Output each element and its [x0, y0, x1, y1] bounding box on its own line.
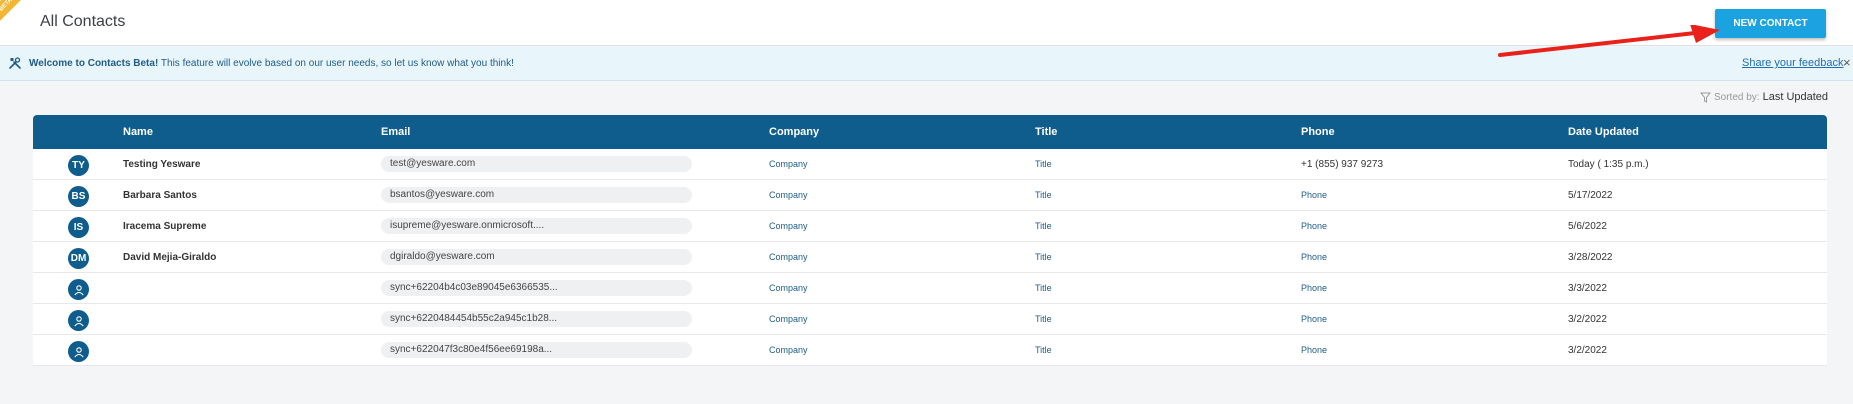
column-header-company[interactable]: Company	[769, 126, 819, 138]
avatar: DM	[68, 248, 89, 269]
contact-email[interactable]: bsantos@yesware.com	[381, 187, 692, 203]
contact-phone[interactable]: Phone	[1301, 345, 1327, 355]
contact-name[interactable]: Barbara Santos	[123, 190, 197, 201]
share-feedback-link[interactable]: Share your feedback	[1742, 57, 1844, 69]
contact-phone[interactable]: +1 (855) 937 9273	[1301, 159, 1383, 170]
contact-title[interactable]: Title	[1035, 159, 1052, 169]
column-header-date-updated[interactable]: Date Updated	[1568, 126, 1639, 138]
contact-date-updated: 3/2/2022	[1568, 314, 1607, 325]
column-header-title[interactable]: Title	[1035, 126, 1057, 138]
contact-date-updated: Today ( 1:35 p.m.)	[1568, 159, 1649, 170]
contact-phone[interactable]: Phone	[1301, 190, 1327, 200]
contact-title[interactable]: Title	[1035, 314, 1052, 324]
user-placeholder-icon	[68, 279, 89, 300]
contact-email[interactable]: sync+6220484454b55c2a945c1b28...	[381, 311, 692, 327]
contact-email[interactable]: isupreme@yesware.onmicrosoft....	[381, 218, 692, 234]
user-placeholder-icon	[68, 341, 89, 362]
contact-date-updated: 3/2/2022	[1568, 345, 1607, 356]
sort-indicator[interactable]: Sorted by: Last Updated	[1700, 91, 1828, 103]
avatar: TY	[68, 155, 89, 176]
beta-ribbon: BETA	[0, 0, 26, 25]
column-header-phone[interactable]: Phone	[1301, 126, 1335, 138]
user-placeholder-icon	[68, 310, 89, 331]
contacts-table: Name Email Company Title Phone Date Upda…	[33, 115, 1827, 366]
contact-company[interactable]: Company	[769, 159, 808, 169]
contact-email[interactable]: test@yesware.com	[381, 156, 692, 172]
contact-title[interactable]: Title	[1035, 190, 1052, 200]
contact-email[interactable]: dgiraldo@yesware.com	[381, 249, 692, 265]
contact-company[interactable]: Company	[769, 221, 808, 231]
column-header-name[interactable]: Name	[123, 126, 153, 138]
table-header: Name Email Company Title Phone Date Upda…	[33, 115, 1827, 149]
new-contact-button[interactable]: NEW CONTACT	[1715, 9, 1826, 38]
table-row[interactable]: sync+6220484454b55c2a945c1b28... Company T…	[33, 304, 1827, 335]
tools-icon	[9, 57, 21, 69]
banner-body: This feature will evolve based on our us…	[158, 58, 514, 69]
contact-company[interactable]: Company	[769, 314, 808, 324]
contact-phone[interactable]: Phone	[1301, 314, 1327, 324]
contact-email[interactable]: sync+62204b4c03e89045e6366535...	[381, 280, 692, 296]
contact-name[interactable]: Testing Yesware	[123, 159, 200, 170]
contact-date-updated: 3/3/2022	[1568, 283, 1607, 294]
page-title: All Contacts	[40, 13, 126, 30]
banner-message: Welcome to Contacts Beta! This feature w…	[29, 58, 514, 69]
avatar: BS	[68, 186, 89, 207]
contact-company[interactable]: Company	[769, 345, 808, 355]
contact-title[interactable]: Title	[1035, 283, 1052, 293]
contact-company[interactable]: Company	[769, 190, 808, 200]
column-header-email[interactable]: Email	[381, 126, 410, 138]
table-row[interactable]: DM David Mejia-Giraldo dgiraldo@yesware.co…	[33, 242, 1827, 273]
table-row[interactable]: TY Testing Yesware test@yesware.com Company…	[33, 149, 1827, 180]
table-row[interactable]: BS Barbara Santos bsantos@yesware.com Compa…	[33, 180, 1827, 211]
table-row[interactable]: IS Iracema Supreme isupreme@yesware.onmicr…	[33, 211, 1827, 242]
table-row[interactable]: sync+622047f3c80e4f56ee69198a... Company T…	[33, 335, 1827, 366]
contact-title[interactable]: Title	[1035, 345, 1052, 355]
contact-phone[interactable]: Phone	[1301, 252, 1327, 262]
banner-title: Welcome to Contacts Beta!	[29, 58, 159, 69]
contact-name[interactable]: Iracema Supreme	[123, 221, 206, 232]
contact-phone[interactable]: Phone	[1301, 283, 1327, 293]
contact-phone[interactable]: Phone	[1301, 221, 1327, 231]
contact-title[interactable]: Title	[1035, 252, 1052, 262]
sort-value: Last Updated	[1762, 91, 1829, 103]
contact-date-updated: 5/17/2022	[1568, 190, 1613, 201]
contact-date-updated: 3/28/2022	[1568, 252, 1613, 263]
contact-date-updated: 5/6/2022	[1568, 221, 1607, 232]
avatar: IS	[68, 217, 89, 238]
contact-email[interactable]: sync+622047f3c80e4f56ee69198a...	[381, 342, 692, 358]
contact-title[interactable]: Title	[1035, 221, 1052, 231]
contact-company[interactable]: Company	[769, 283, 808, 293]
red-arrow-annotation	[1498, 25, 1720, 57]
filter-icon	[1700, 92, 1711, 103]
table-body: TY Testing Yesware test@yesware.com Company…	[33, 149, 1827, 366]
contact-company[interactable]: Company	[769, 252, 808, 262]
table-row[interactable]: sync+62204b4c03e89045e6366535... Company T…	[33, 273, 1827, 304]
sort-label: Sorted by:	[1714, 91, 1760, 103]
banner-close-icon[interactable]: ×	[1843, 55, 1851, 70]
contact-name[interactable]: David Mejia-Giraldo	[123, 252, 216, 263]
